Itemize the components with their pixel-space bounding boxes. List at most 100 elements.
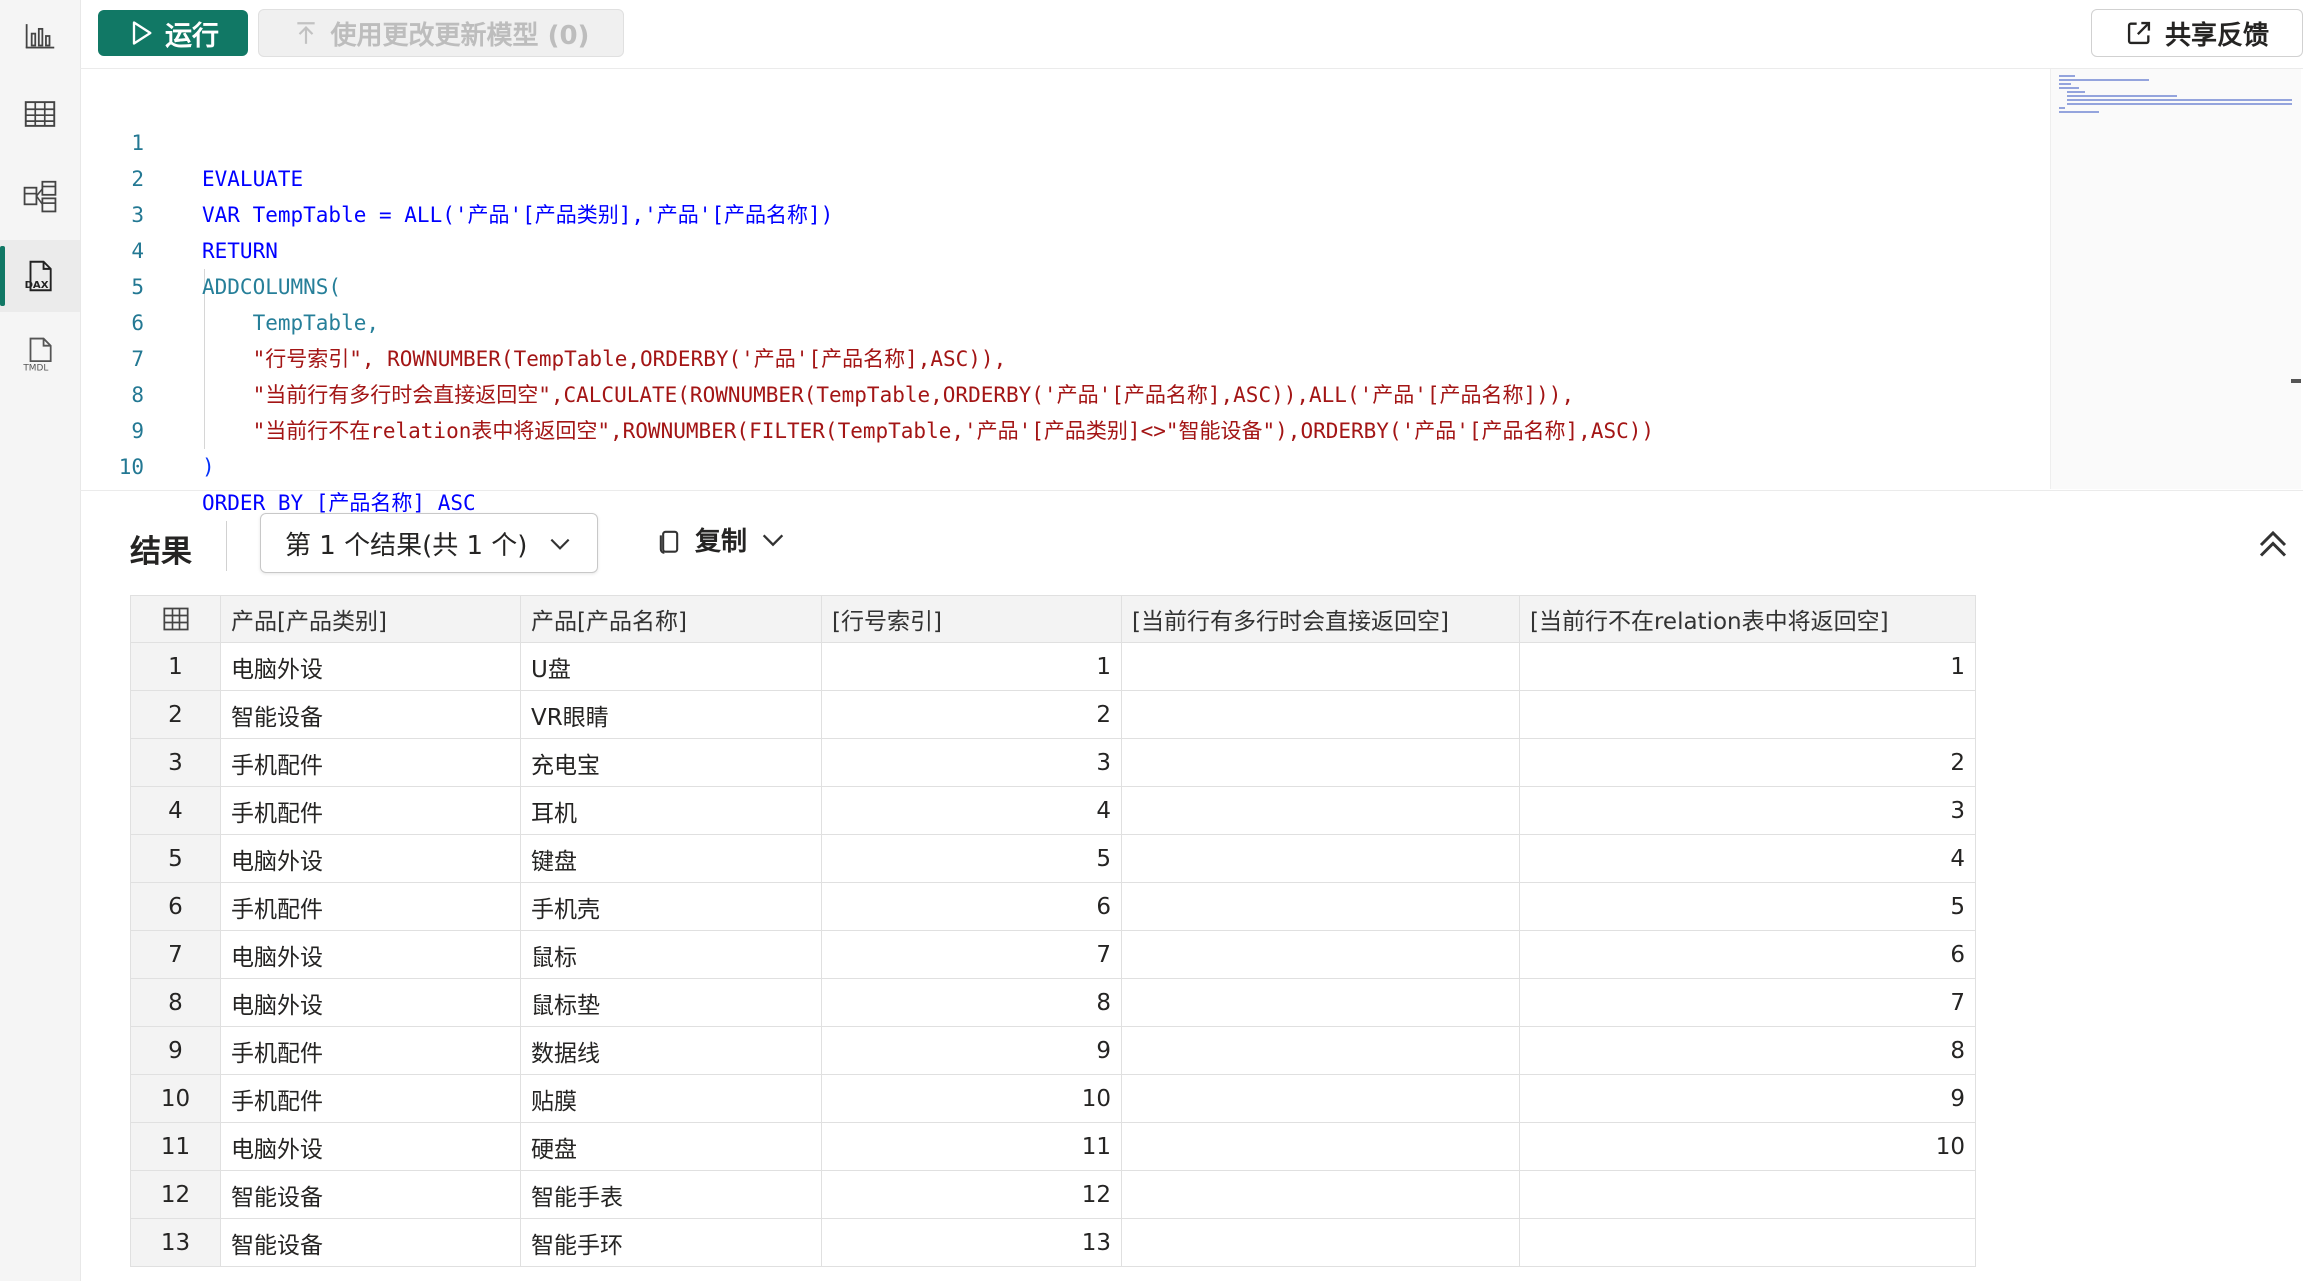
product-name-cell[interactable]: 耳机 xyxy=(520,786,822,835)
row-index-cell[interactable]: 13 xyxy=(821,1218,1122,1267)
row-number-cell[interactable]: 1 xyxy=(130,642,221,691)
row-number-cell[interactable]: 4 xyxy=(130,786,221,835)
row-index-cell[interactable]: 2 xyxy=(821,690,1122,739)
dax-query-view-button[interactable]: DAX xyxy=(0,240,80,312)
category-cell[interactable]: 手机配件 xyxy=(220,1026,521,1075)
multi-row-cell[interactable] xyxy=(1121,690,1520,739)
category-cell[interactable]: 电脑外设 xyxy=(220,978,521,1027)
row-index-cell[interactable]: 6 xyxy=(821,882,1122,931)
copy-button[interactable]: 复制 xyxy=(655,521,787,558)
product-name-cell[interactable]: U盘 xyxy=(520,642,822,691)
multi-row-cell[interactable] xyxy=(1121,642,1520,691)
category-cell[interactable]: 电脑外设 xyxy=(220,834,521,883)
row-index-cell[interactable]: 8 xyxy=(821,978,1122,1027)
row-index-cell[interactable]: 9 xyxy=(821,1026,1122,1075)
relation-cell[interactable]: 5 xyxy=(1519,882,1976,931)
product-name-cell[interactable]: 鼠标 xyxy=(520,930,822,979)
relation-cell[interactable]: 4 xyxy=(1519,834,1976,883)
relation-cell[interactable]: 7 xyxy=(1519,978,1976,1027)
relation-cell[interactable]: 9 xyxy=(1519,1074,1976,1123)
row-index-cell[interactable]: 3 xyxy=(821,738,1122,787)
select-all-cell[interactable] xyxy=(130,595,221,643)
relation-cell[interactable]: 10 xyxy=(1519,1122,1976,1171)
row-number-cell[interactable]: 8 xyxy=(130,978,221,1027)
row-number-cell[interactable]: 10 xyxy=(130,1074,221,1123)
row-number-cell[interactable]: 11 xyxy=(130,1122,221,1171)
category-cell[interactable]: 智能设备 xyxy=(220,690,521,739)
multi-row-cell[interactable] xyxy=(1121,834,1520,883)
relation-cell[interactable]: 1 xyxy=(1519,642,1976,691)
minimap-line xyxy=(2067,91,2085,93)
relation-cell[interactable] xyxy=(1519,1218,1976,1267)
product-name-cell[interactable]: 手机壳 xyxy=(520,882,822,931)
product-name-cell[interactable]: 充电宝 xyxy=(520,738,822,787)
row-index-cell[interactable]: 7 xyxy=(821,930,1122,979)
column-header[interactable]: 产品[产品名称] xyxy=(520,595,822,643)
chevron-down-icon[interactable] xyxy=(759,526,787,554)
category-cell[interactable]: 智能设备 xyxy=(220,1170,521,1219)
multi-row-cell[interactable] xyxy=(1121,930,1520,979)
product-name-cell[interactable]: 键盘 xyxy=(520,834,822,883)
column-header[interactable]: [当前行不在relation表中将返回空] xyxy=(1519,595,1976,643)
result-set-dropdown[interactable]: 第 1 个结果(共 1 个) xyxy=(260,513,598,573)
category-cell[interactable]: 手机配件 xyxy=(220,738,521,787)
multi-row-cell[interactable] xyxy=(1121,1026,1520,1075)
row-index-cell[interactable]: 1 xyxy=(821,642,1122,691)
product-name-cell[interactable]: 贴膜 xyxy=(520,1074,822,1123)
product-name-cell[interactable]: 智能手环 xyxy=(520,1218,822,1267)
category-cell[interactable]: 电脑外设 xyxy=(220,930,521,979)
column-header[interactable]: [当前行有多行时会直接返回空] xyxy=(1121,595,1520,643)
collapse-results-icon[interactable] xyxy=(2255,527,2291,563)
row-number-cell[interactable]: 9 xyxy=(130,1026,221,1075)
run-button[interactable]: 运行 xyxy=(98,10,248,56)
category-cell[interactable]: 电脑外设 xyxy=(220,642,521,691)
product-name-cell[interactable]: 数据线 xyxy=(520,1026,822,1075)
tmdl-view-button[interactable]: TMDL xyxy=(0,318,80,390)
relation-cell[interactable]: 6 xyxy=(1519,930,1976,979)
relation-cell[interactable]: 2 xyxy=(1519,738,1976,787)
row-number-cell[interactable]: 2 xyxy=(130,690,221,739)
table-view-button[interactable] xyxy=(0,78,80,150)
multi-row-cell[interactable] xyxy=(1121,786,1520,835)
code-minimap[interactable] xyxy=(2050,69,2301,489)
row-index-cell[interactable]: 12 xyxy=(821,1170,1122,1219)
row-index-cell[interactable]: 11 xyxy=(821,1122,1122,1171)
category-cell[interactable]: 手机配件 xyxy=(220,1074,521,1123)
row-index-cell[interactable]: 5 xyxy=(821,834,1122,883)
multi-row-cell[interactable] xyxy=(1121,738,1520,787)
row-number-cell[interactable]: 7 xyxy=(130,930,221,979)
product-name-cell[interactable]: 硬盘 xyxy=(520,1122,822,1171)
report-view-button[interactable] xyxy=(0,0,80,72)
relation-cell[interactable] xyxy=(1519,1170,1976,1219)
multi-row-cell[interactable] xyxy=(1121,1170,1520,1219)
relation-cell[interactable] xyxy=(1519,690,1976,739)
category-cell[interactable]: 手机配件 xyxy=(220,786,521,835)
relation-cell[interactable]: 8 xyxy=(1519,1026,1976,1075)
multi-row-cell[interactable] xyxy=(1121,978,1520,1027)
category-cell[interactable]: 手机配件 xyxy=(220,882,521,931)
row-index-cell[interactable]: 10 xyxy=(821,1074,1122,1123)
multi-row-cell[interactable] xyxy=(1121,1122,1520,1171)
row-number-cell[interactable]: 12 xyxy=(130,1170,221,1219)
row-number-cell[interactable]: 3 xyxy=(130,738,221,787)
row-number-cell[interactable]: 6 xyxy=(130,882,221,931)
category-cell[interactable]: 电脑外设 xyxy=(220,1122,521,1171)
multi-row-cell[interactable] xyxy=(1121,882,1520,931)
multi-row-cell[interactable] xyxy=(1121,1074,1520,1123)
relation-cell[interactable]: 3 xyxy=(1519,786,1976,835)
update-model-button[interactable]: 使用更改更新模型 (0) xyxy=(258,9,624,57)
product-name-cell[interactable]: VR眼睛 xyxy=(520,690,822,739)
dax-code-editor[interactable]: 1 EVALUATE 2 VAR TempTable = ALL('产品'[产品… xyxy=(80,69,2050,515)
multi-row-cell[interactable] xyxy=(1121,1218,1520,1267)
row-index-cell[interactable]: 4 xyxy=(821,786,1122,835)
column-header[interactable]: 产品[产品类别] xyxy=(220,595,521,643)
tmdl-icon: TMDL xyxy=(22,337,52,373)
column-header[interactable]: [行号索引] xyxy=(821,595,1122,643)
row-number-cell[interactable]: 5 xyxy=(130,834,221,883)
category-cell[interactable]: 智能设备 xyxy=(220,1218,521,1267)
share-feedback-button[interactable]: 共享反馈 xyxy=(2091,9,2303,57)
product-name-cell[interactable]: 鼠标垫 xyxy=(520,978,822,1027)
model-view-button[interactable] xyxy=(0,160,80,232)
row-number-cell[interactable]: 13 xyxy=(130,1218,221,1267)
product-name-cell[interactable]: 智能手表 xyxy=(520,1170,822,1219)
